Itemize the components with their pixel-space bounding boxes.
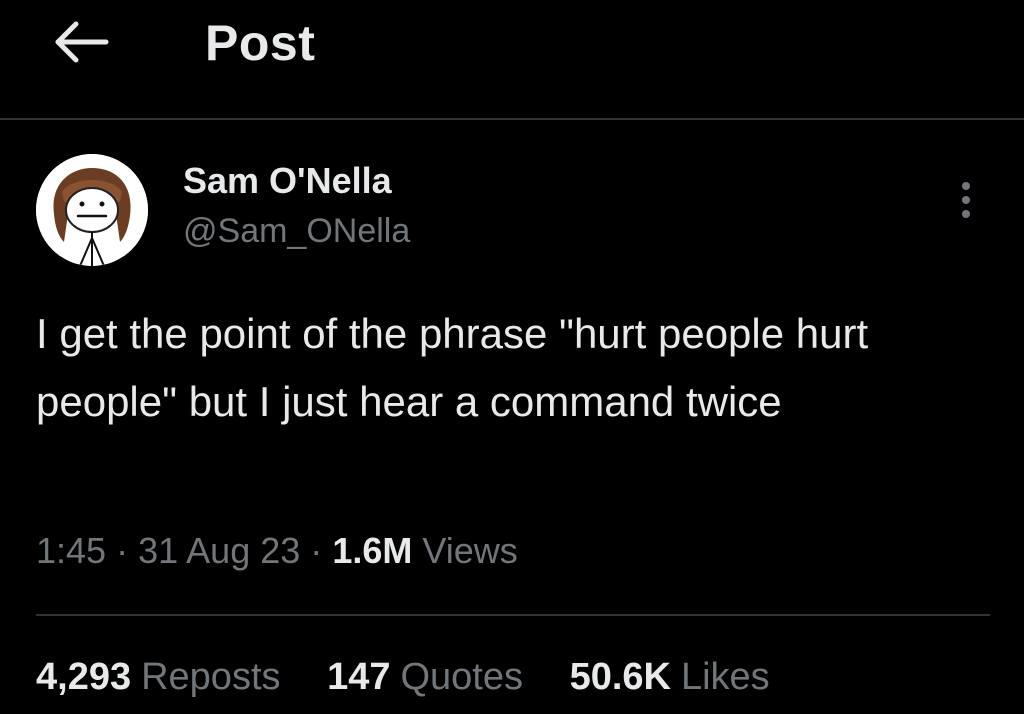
quotes-label: Quotes [400, 656, 523, 698]
post-date[interactable]: 31 Aug 23 [138, 530, 300, 571]
reposts-stat[interactable]: 4,293 Reposts [36, 656, 281, 699]
post-meta: 1:45 · 31 Aug 23 · 1.6M Views [36, 530, 518, 572]
quotes-count: 147 [327, 656, 391, 698]
page-title: Post [205, 15, 316, 71]
top-bar: Post [0, 0, 1024, 120]
meta-separator: · [310, 530, 323, 571]
avatar[interactable] [36, 154, 148, 266]
more-options-button[interactable] [952, 176, 980, 224]
cartoon-avatar-icon [36, 154, 148, 266]
more-vertical-icon [962, 182, 970, 218]
views-count: 1.6M [332, 530, 413, 571]
arrow-left-icon [55, 21, 109, 63]
likes-stat[interactable]: 50.6K Likes [570, 656, 770, 699]
reposts-label: Reposts [141, 656, 281, 698]
divider [36, 614, 990, 616]
back-button[interactable] [50, 18, 114, 66]
reposts-count: 4,293 [36, 656, 132, 698]
quotes-stat[interactable]: 147 Quotes [327, 656, 523, 699]
likes-count: 50.6K [569, 656, 671, 698]
likes-label: Likes [680, 656, 770, 698]
engagement-stats: 4,293 Reposts 147 Quotes 50.6K Likes [36, 656, 806, 699]
post-time[interactable]: 1:45 [36, 530, 106, 571]
views-label: Views [422, 530, 518, 571]
author-handle[interactable]: @Sam_ONella [183, 212, 410, 251]
author-display-name[interactable]: Sam O'Nella [183, 160, 392, 202]
post-text: I get the point of the phrase "hurt peop… [36, 310, 869, 425]
meta-separator: · [116, 530, 129, 571]
